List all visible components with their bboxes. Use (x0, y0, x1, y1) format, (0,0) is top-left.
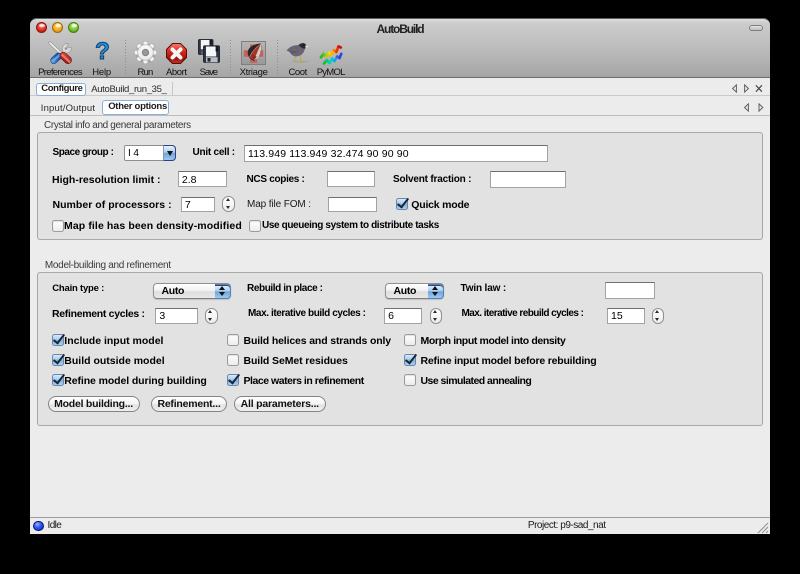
svg-text:?: ? (95, 39, 110, 64)
